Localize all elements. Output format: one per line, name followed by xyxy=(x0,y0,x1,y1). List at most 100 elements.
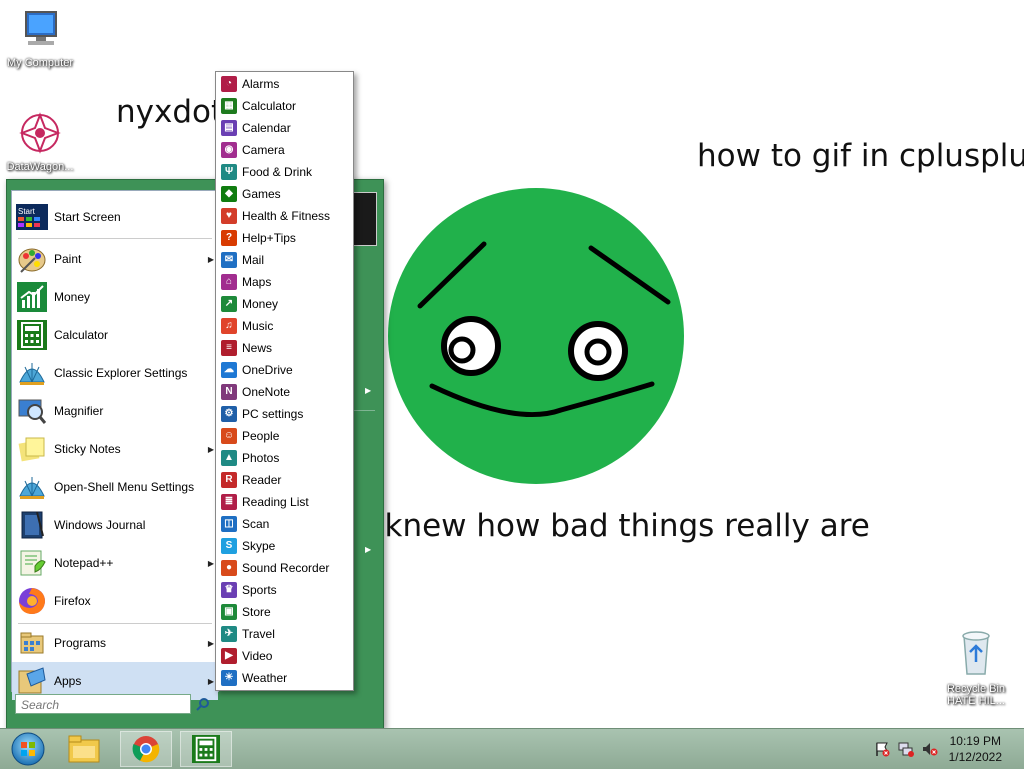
apps-item-sound-recorder[interactable]: ● Sound Recorder xyxy=(216,557,353,579)
apps-submenu: ◔ Alarms ▦ Calculator ▤ Calendar ◉ Camera Ψ Food … xyxy=(215,71,354,691)
right-pupil xyxy=(584,338,612,366)
desktop-icon-recycle-bin[interactable]: Recycle Bin HATE HIL... xyxy=(936,628,1016,707)
submenu-arrow-icon: ▶ xyxy=(207,254,214,264)
apps-item-label: Games xyxy=(242,187,281,201)
start-item-calculator[interactable]: Calculator xyxy=(12,317,218,353)
skype-icon: S xyxy=(221,538,237,554)
start-item-firefox[interactable]: Firefox xyxy=(12,583,218,619)
apps-item-label: News xyxy=(242,341,273,355)
apps-item-calendar[interactable]: ▤ Calendar xyxy=(216,117,353,139)
apps-item-weather[interactable]: ☀ Weather xyxy=(216,667,353,689)
start-item-label: Calculator xyxy=(54,328,109,342)
apps-item-onedrive[interactable]: ☁ OneDrive xyxy=(216,359,353,381)
apps-item-money[interactable]: ↗ Money xyxy=(216,293,353,315)
start-item-label: Classic Explorer Settings xyxy=(54,366,188,380)
apps-item-pc-settings[interactable]: ⚙ PC settings xyxy=(216,403,353,425)
network-icon[interactable] xyxy=(898,741,914,757)
apps-item-store[interactable]: ▣ Store xyxy=(216,601,353,623)
start-orb-icon xyxy=(11,732,45,766)
start-item-start-screen[interactable]: Start Start Screen xyxy=(12,199,218,235)
start-item-label: Magnifier xyxy=(54,404,104,418)
mail-icon: ✉ xyxy=(221,252,237,268)
start-item-classic-explorer-settings[interactable]: Classic Explorer Settings xyxy=(12,355,218,391)
sticky-notes-icon xyxy=(16,433,48,465)
start-button[interactable] xyxy=(2,731,54,767)
apps-item-photos[interactable]: ▲ Photos xyxy=(216,447,353,469)
submenu-arrow-icon: ▶ xyxy=(207,444,214,454)
start-item-label: Programs xyxy=(54,636,107,650)
apps-item-reader[interactable]: R Reader xyxy=(216,469,353,491)
start-item-windows-journal[interactable]: Windows Journal xyxy=(12,507,218,543)
start-item-paint[interactable]: Paint ▶ xyxy=(12,241,218,277)
photos-icon: ▲ xyxy=(221,450,237,466)
apps-item-mail[interactable]: ✉ Mail xyxy=(216,249,353,271)
apps-item-label: Calendar xyxy=(242,121,291,135)
apps-item-maps[interactable]: ⌂ Maps xyxy=(216,271,353,293)
search-button[interactable] xyxy=(193,694,213,714)
desktop-icon-datawagon[interactable]: DataWagon... xyxy=(0,110,80,173)
start-item-label: Windows Journal xyxy=(54,518,146,532)
action-center-flag-icon[interactable] xyxy=(874,741,890,757)
apps-item-games[interactable]: ◆ Games xyxy=(216,183,353,205)
apps-item-label: OneDrive xyxy=(242,363,293,377)
apps-item-food-drink[interactable]: Ψ Food & Drink xyxy=(216,161,353,183)
apps-item-scan[interactable]: ◫ Scan xyxy=(216,513,353,535)
apps-item-news[interactable]: ≡ News xyxy=(216,337,353,359)
taskbar-file-explorer[interactable] xyxy=(58,731,110,767)
recycle-bin-label: Recycle Bin xyxy=(946,683,1006,695)
volume-muted-icon[interactable] xyxy=(922,741,938,757)
start-item-open-shell-settings[interactable]: Open-Shell Menu Settings xyxy=(12,469,218,505)
apps-item-music[interactable]: ♫ Music xyxy=(216,315,353,337)
maps-icon: ⌂ xyxy=(221,274,237,290)
music-headphones-icon: ♫ xyxy=(221,318,237,334)
apps-item-sports[interactable]: ♛ Sports xyxy=(216,579,353,601)
desktop-icon-my-computer[interactable]: My Computer xyxy=(0,8,80,69)
apps-item-people[interactable]: ☺ People xyxy=(216,425,353,447)
apps-item-camera[interactable]: ◉ Camera xyxy=(216,139,353,161)
right-column-arrow-icon: ▶ xyxy=(365,386,372,395)
apps-item-alarms[interactable]: ◔ Alarms xyxy=(216,73,353,95)
chrome-icon xyxy=(132,736,160,763)
start-item-label: Open-Shell Menu Settings xyxy=(54,480,195,494)
submenu-arrow-icon: ▶ xyxy=(207,558,214,568)
apps-item-calculator[interactable]: ▦ Calculator xyxy=(216,95,353,117)
apps-item-label: Food & Drink xyxy=(242,165,313,179)
apps-item-video[interactable]: ▶ Video xyxy=(216,645,353,667)
datawagon-icon xyxy=(19,112,61,154)
apps-item-health-fitness[interactable]: ♥ Health & Fitness xyxy=(216,205,353,227)
start-item-label: Paint xyxy=(54,252,82,266)
apps-item-travel[interactable]: ✈ Travel xyxy=(216,623,353,645)
start-item-label: Sticky Notes xyxy=(54,442,121,456)
taskbar-chrome[interactable] xyxy=(120,731,172,767)
apps-item-label: Video xyxy=(242,649,273,663)
start-item-label: Notepad++ xyxy=(54,556,114,570)
apps-item-skype[interactable]: S Skype xyxy=(216,535,353,557)
apps-item-label: Maps xyxy=(242,275,272,289)
face-circle xyxy=(388,188,684,484)
microphone-icon: ● xyxy=(221,560,237,576)
store-icon: ▣ xyxy=(221,604,237,620)
datawagon-label: DataWagon... xyxy=(6,161,74,173)
onenote-icon: N xyxy=(221,384,237,400)
start-item-label: Start Screen xyxy=(54,210,121,224)
apps-item-label: Music xyxy=(242,319,274,333)
apps-item-help-tips[interactable]: ? Help+Tips xyxy=(216,227,353,249)
reading-list-icon: ≣ xyxy=(221,494,237,510)
start-item-programs[interactable]: Programs ▶ xyxy=(12,625,218,661)
shell-icon xyxy=(16,471,48,503)
apps-item-label: Reader xyxy=(242,473,282,487)
taskbar-calculator[interactable] xyxy=(180,731,232,767)
start-item-sticky-notes[interactable]: Sticky Notes ▶ xyxy=(12,431,218,467)
apps-item-reading-list[interactable]: ≣ Reading List xyxy=(216,491,353,513)
search-input[interactable]: Search xyxy=(15,694,191,714)
start-item-notepad-plus-plus[interactable]: Notepad++ ▶ xyxy=(12,545,218,581)
start-item-magnifier[interactable]: Magnifier xyxy=(12,393,218,429)
computer-icon xyxy=(25,11,57,45)
separator xyxy=(18,623,212,624)
apps-item-label: Sound Recorder xyxy=(242,561,330,575)
apps-item-onenote[interactable]: N OneNote xyxy=(216,381,353,403)
apps-item-label: Travel xyxy=(242,627,275,641)
start-item-money[interactable]: Money xyxy=(12,279,218,315)
taskbar-clock[interactable]: 10:19 PM 1/12/2022 xyxy=(949,733,1002,765)
news-icon: ≡ xyxy=(221,340,237,356)
